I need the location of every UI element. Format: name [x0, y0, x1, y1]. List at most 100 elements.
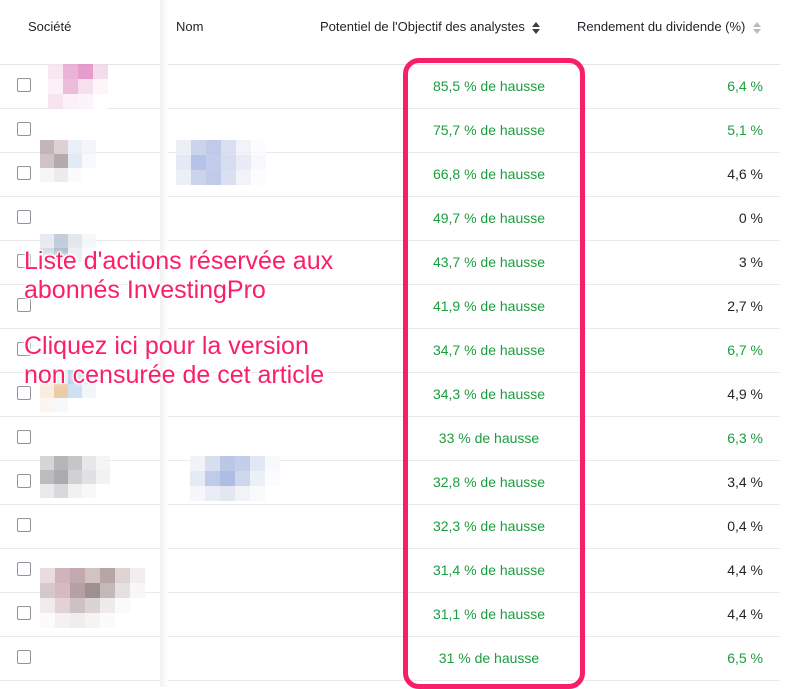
table-row[interactable]: 66,8 % de hausse 4,6 % [0, 152, 780, 197]
pixel-block [82, 456, 96, 470]
pixel-block [40, 234, 54, 248]
pixel-block [54, 456, 68, 470]
pixel-block [115, 613, 130, 628]
pixel-block [206, 140, 221, 155]
pixel-block [78, 79, 93, 94]
pixel-block [176, 140, 191, 155]
header-yield[interactable]: Rendement du dividende (%) [577, 19, 762, 34]
pixel-block [40, 154, 54, 168]
pixel-block [54, 140, 68, 154]
table-row[interactable]: 33 % de hausse 6,3 % [0, 416, 780, 461]
header-name[interactable]: Nom [176, 19, 203, 34]
pixel-block [191, 170, 206, 185]
pixel-block [206, 170, 221, 185]
promo-line-2[interactable]: abonnés InvestingPro [24, 276, 266, 305]
pixel-block [68, 234, 82, 248]
row-checkbox[interactable] [17, 606, 31, 620]
row-checkbox[interactable] [17, 210, 31, 224]
pixel-block [85, 613, 100, 628]
pixel-block [221, 170, 236, 185]
header-potential[interactable]: Potentiel de l'Objectif des analystes [320, 19, 541, 34]
pixel-block [265, 456, 280, 471]
potential-value: 32,3 % de hausse [432, 518, 546, 534]
row-checkbox[interactable] [17, 650, 31, 664]
pixel-block [220, 471, 235, 486]
pixel-block [40, 398, 54, 412]
pixel-block [85, 583, 100, 598]
header-company[interactable]: Société [28, 19, 71, 34]
yield-value: 6,3 % [727, 430, 763, 446]
table-row[interactable]: 75,7 % de hausse 5,1 % [0, 108, 780, 153]
row-checkbox[interactable] [17, 166, 31, 180]
yield-value: 4,4 % [727, 562, 763, 578]
potential-value: 85,5 % de hausse [432, 78, 546, 94]
promo-line-1[interactable]: Liste d'actions réservée aux [24, 247, 333, 276]
pixel-block [55, 598, 70, 613]
promo-link-line-1[interactable]: Cliquez ici pour la version [24, 332, 309, 361]
pixel-block [68, 154, 82, 168]
pixel-block [82, 168, 96, 182]
pixel-block [54, 398, 68, 412]
pixel-block [40, 583, 55, 598]
pixel-block [93, 79, 108, 94]
pixel-block [191, 140, 206, 155]
pixel-block [40, 598, 55, 613]
pixel-block [221, 155, 236, 170]
pixel-block [235, 456, 250, 471]
yield-value: 4,9 % [727, 386, 763, 402]
pixel-block [100, 598, 115, 613]
pixel-block [205, 486, 220, 501]
pixel-block [130, 598, 145, 613]
pixel-block [63, 94, 78, 109]
pixel-block [235, 471, 250, 486]
pixel-block [70, 598, 85, 613]
potential-value: 34,3 % de hausse [432, 386, 546, 402]
pixel-block [130, 583, 145, 598]
pixel-block [68, 168, 82, 182]
pixel-block [190, 486, 205, 501]
potential-value: 49,7 % de hausse [432, 210, 546, 226]
yield-value: 6,4 % [727, 78, 763, 94]
pixel-block [68, 140, 82, 154]
row-checkbox[interactable] [17, 430, 31, 444]
sort-desc-icon[interactable] [532, 21, 541, 34]
table-row[interactable]: 32,3 % de hausse 0,4 % [0, 504, 780, 549]
table-header: Société Nom Potentiel de l'Objectif des … [0, 0, 780, 65]
pixel-block [190, 456, 205, 471]
pixel-block [40, 456, 54, 470]
table-row[interactable]: 32,8 % de hausse 3,4 % [0, 460, 780, 505]
pixel-block [55, 568, 70, 583]
potential-value: 43,7 % de hausse [432, 254, 546, 270]
pixel-block [100, 613, 115, 628]
pixel-block [85, 568, 100, 583]
yield-value: 4,4 % [727, 606, 763, 622]
pixel-block [63, 64, 78, 79]
pixel-block [100, 568, 115, 583]
row-checkbox[interactable] [17, 474, 31, 488]
pixel-block [115, 568, 130, 583]
yield-value: 4,6 % [727, 166, 763, 182]
pixel-block [68, 456, 82, 470]
pixel-block [130, 613, 145, 628]
pixel-block [54, 470, 68, 484]
pixel-block [115, 598, 130, 613]
pixel-block [54, 484, 68, 498]
table-row[interactable]: 31 % de hausse 6,5 % [0, 636, 780, 681]
pixel-block [82, 234, 96, 248]
promo-link-line-2[interactable]: non censurée de cet article [24, 361, 324, 390]
table-row[interactable]: 49,7 % de hausse 0 % [0, 196, 780, 241]
pixel-block [82, 398, 96, 412]
row-checkbox[interactable] [17, 562, 31, 576]
pixel-block [78, 94, 93, 109]
pixel-block [70, 568, 85, 583]
yield-value: 6,5 % [727, 650, 763, 666]
pixel-block [82, 140, 96, 154]
potential-value: 66,8 % de hausse [432, 166, 546, 182]
sort-icon[interactable] [753, 21, 762, 34]
pixel-block [206, 155, 221, 170]
table-row[interactable]: 85,5 % de hausse 6,4 % [0, 64, 780, 109]
pixel-block [54, 168, 68, 182]
row-checkbox[interactable] [17, 122, 31, 136]
row-checkbox[interactable] [17, 78, 31, 92]
row-checkbox[interactable] [17, 518, 31, 532]
